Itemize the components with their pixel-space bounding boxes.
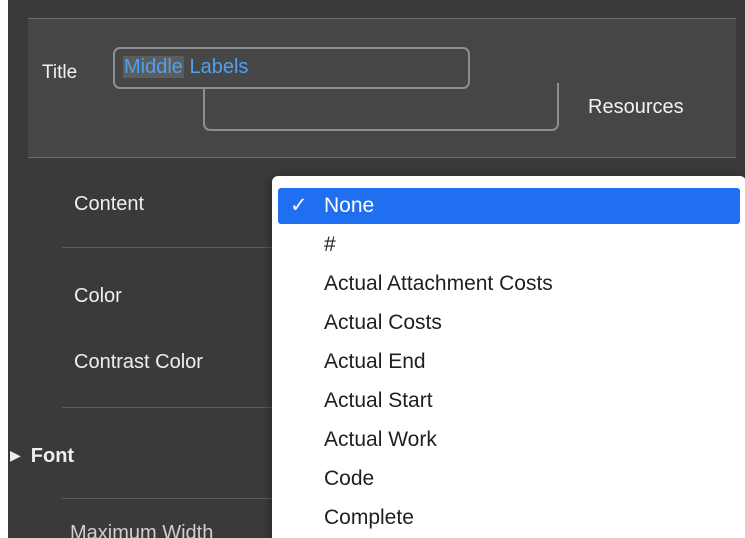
title-input[interactable]: Middle Labels [113,47,470,89]
checkmark-icon: ✓ [290,194,308,217]
menu-item-actual-costs[interactable]: Actual Costs [278,305,740,341]
title-label: Title [42,62,78,83]
menu-item-actual-end[interactable]: Actual End [278,344,740,380]
title-rest-text: Labels [183,56,249,78]
menu-item-actual-work[interactable]: Actual Work [278,422,740,458]
menu-item-label: Code [324,467,375,490]
menu-item-complete[interactable]: Complete [278,500,740,536]
inspector-panel: Title Middle Labels Resources Content Co… [8,0,745,538]
menu-item-label: Actual Work [324,428,437,451]
menu-item-label: # [324,233,336,256]
resources-field[interactable] [203,83,559,131]
content-dropdown-menu: ✓ None # Actual Attachment Costs Actual … [272,176,745,538]
resources-label: Resources [588,96,684,118]
contrast-color-label: Contrast Color [74,351,203,373]
content-label: Content [74,193,145,215]
menu-item-code[interactable]: Code [278,461,740,497]
maximum-width-label: Maximum Width [70,522,214,538]
menu-item-label: Actual Attachment Costs [324,272,553,295]
menu-item-actual-start[interactable]: Actual Start [278,383,740,419]
menu-item-actual-attachment-costs[interactable]: Actual Attachment Costs [278,266,740,302]
title-value: Middle Labels [123,56,248,79]
menu-item-label: Complete [324,506,414,529]
menu-item-label: None [324,194,375,217]
disclosure-triangle-icon[interactable]: ▶ [10,447,21,464]
title-selected-text: Middle [123,56,184,78]
menu-item-label: Actual End [324,350,426,373]
font-disclosure[interactable]: ▶ Font [10,445,74,468]
menu-item-none[interactable]: ✓ None [278,188,740,224]
menu-item-label: Actual Costs [324,311,442,334]
color-label: Color [74,285,122,307]
menu-item-label: Actual Start [324,389,433,412]
title-section: Title Middle Labels Resources [28,18,736,158]
font-label: Font [30,445,75,467]
menu-item-number[interactable]: # [278,227,740,263]
